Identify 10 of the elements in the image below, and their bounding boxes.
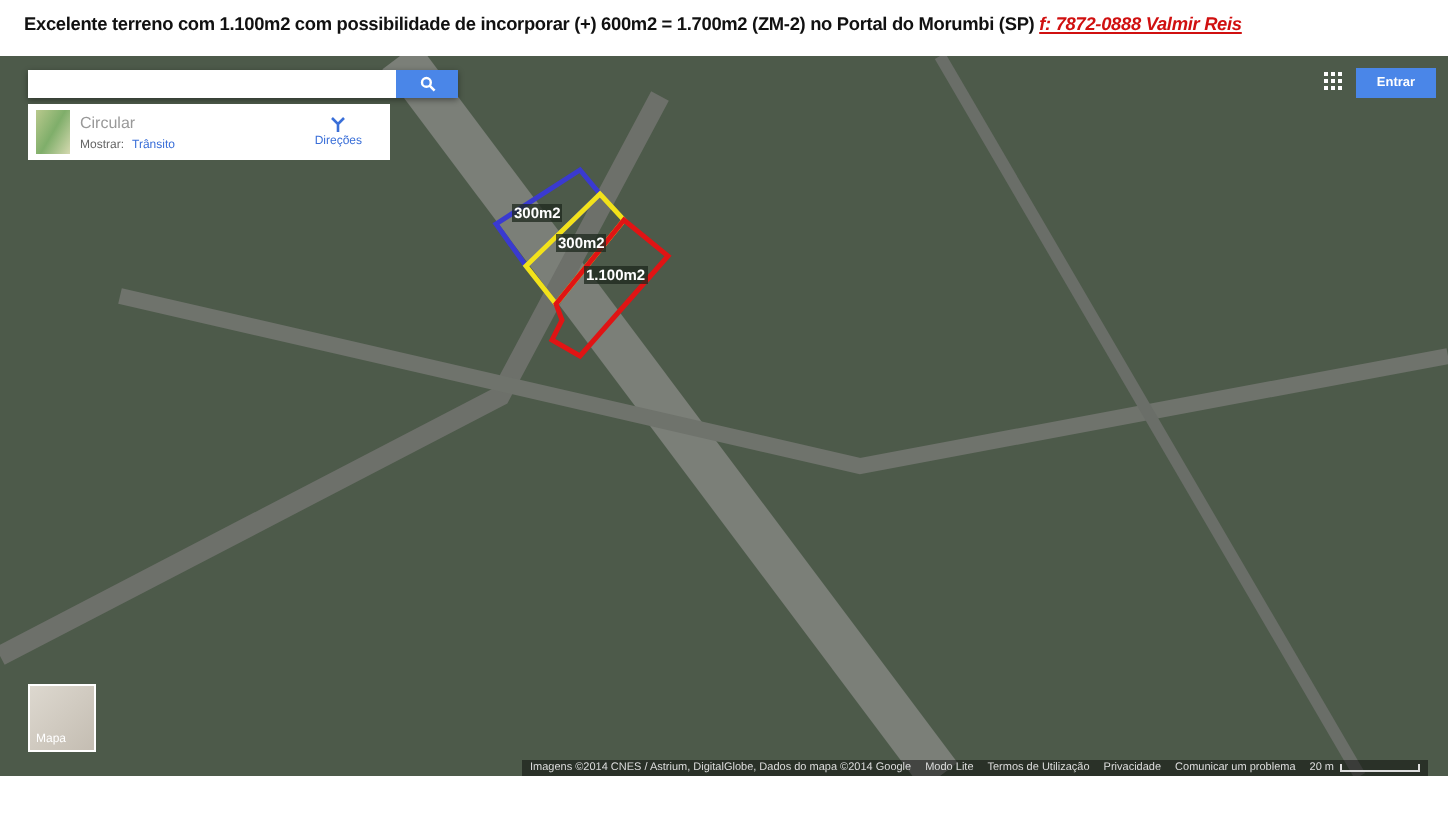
place-title: Circular bbox=[80, 113, 138, 131]
search-button[interactable] bbox=[396, 70, 458, 98]
headline-text: Excelente terreno com 1.100m2 com possibilidade de incorporar (+) 600m2 = 1.700m2 (ZM-2) no Portal do Morumbi (SP) f: 7872-0888 Valmir Reis bbox=[22, 12, 1244, 34]
search-field[interactable] bbox=[28, 70, 396, 98]
contact-link[interactable]: f: 7872-0888 Valmir Reis bbox=[1039, 14, 1242, 34]
apps-grid-icon[interactable] bbox=[1324, 72, 1342, 90]
directions-icon bbox=[330, 116, 347, 132]
search-icon bbox=[419, 76, 435, 92]
map-thumbnail bbox=[36, 110, 70, 154]
scale-bar bbox=[1340, 764, 1420, 772]
